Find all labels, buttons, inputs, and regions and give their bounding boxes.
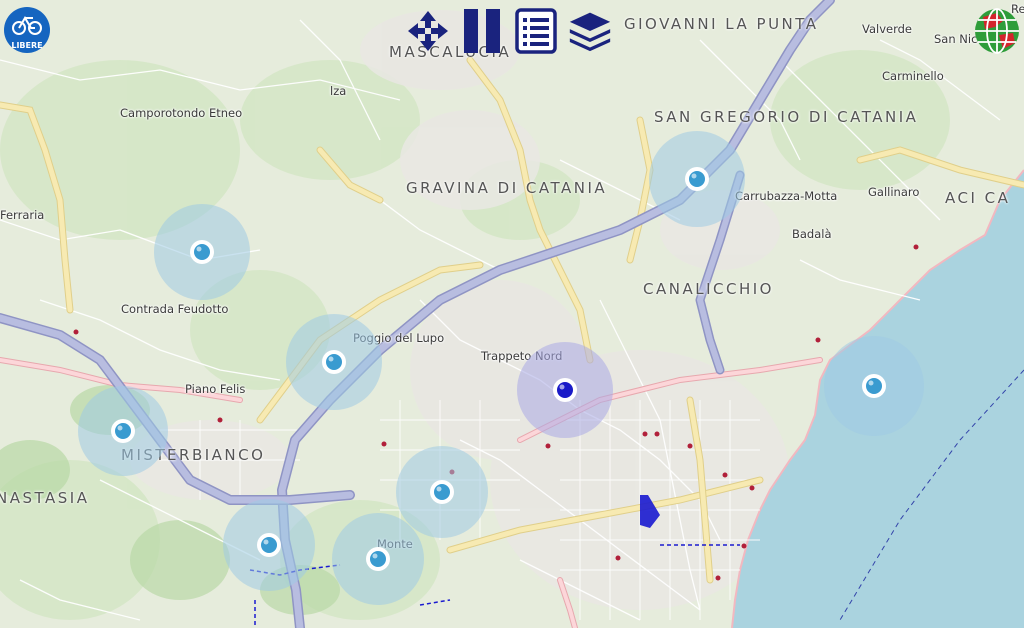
globe-button[interactable]: [973, 7, 1021, 55]
station-pin-icon: [223, 499, 315, 591]
place-label-canalicchio: CANALICCHIO: [643, 280, 774, 298]
place-label-nastasia: NASTASIA: [0, 489, 90, 507]
bicycle-icon: LIBERE: [4, 7, 50, 53]
layers-button[interactable]: [568, 6, 612, 56]
station-pin-icon: [824, 336, 924, 436]
place-label-lza: lza: [330, 84, 347, 98]
bike-station-marker[interactable]: [649, 131, 745, 227]
place-label-feudotto: Contrada Feudotto: [121, 302, 229, 316]
move-button[interactable]: [406, 6, 450, 56]
station-pin-icon: [78, 386, 168, 476]
place-label-ferraria: Ferraria: [0, 208, 45, 222]
bike-station-marker[interactable]: [223, 499, 315, 591]
list-button[interactable]: [514, 6, 558, 56]
globe-icon: [975, 8, 1019, 54]
pause-icon: [464, 9, 500, 53]
list-icon: [515, 8, 557, 54]
station-pin-icon: [332, 513, 424, 605]
place-label-pianofelis: Piano Felis: [185, 382, 246, 396]
bike-station-marker[interactable]: [154, 204, 250, 300]
station-pin-icon: [649, 131, 745, 227]
map-toolbar: [406, 6, 612, 56]
station-pin-icon: [286, 314, 382, 410]
bike-station-marker[interactable]: [286, 314, 382, 410]
place-label-carminello: Carminello: [882, 69, 944, 83]
bike-station-marker[interactable]: [517, 342, 613, 438]
place-label-valverde: Valverde: [862, 22, 912, 36]
bike-station-marker[interactable]: [78, 386, 168, 476]
place-label-aci: ACI CA: [945, 189, 1011, 207]
place-label-gravina: GRAVINA DI CATANIA: [406, 179, 608, 197]
station-pin-icon: [154, 204, 250, 300]
place-label-badala: Badalà: [792, 227, 832, 241]
place-label-camporotondo: Camporotondo Etneo: [120, 106, 243, 120]
bike-station-marker[interactable]: [824, 336, 924, 436]
bike-sharing-logo[interactable]: LIBERE: [3, 4, 51, 56]
place-label-carrubazza: Carrubazza-Motta: [735, 189, 838, 203]
station-pin-icon: [517, 342, 613, 438]
logo-text: LIBERE: [11, 41, 42, 50]
place-label-sangregorio: SAN GREGORIO DI CATANIA: [654, 108, 919, 126]
pause-button[interactable]: [460, 6, 504, 56]
layers-icon: [569, 12, 611, 52]
bike-station-marker[interactable]: [332, 513, 424, 605]
move-arrows-icon: [408, 11, 448, 51]
place-label-giovanni: GIOVANNI LA PUNTA: [624, 15, 819, 33]
place-label-gallinaro: Gallinaro: [868, 185, 920, 199]
